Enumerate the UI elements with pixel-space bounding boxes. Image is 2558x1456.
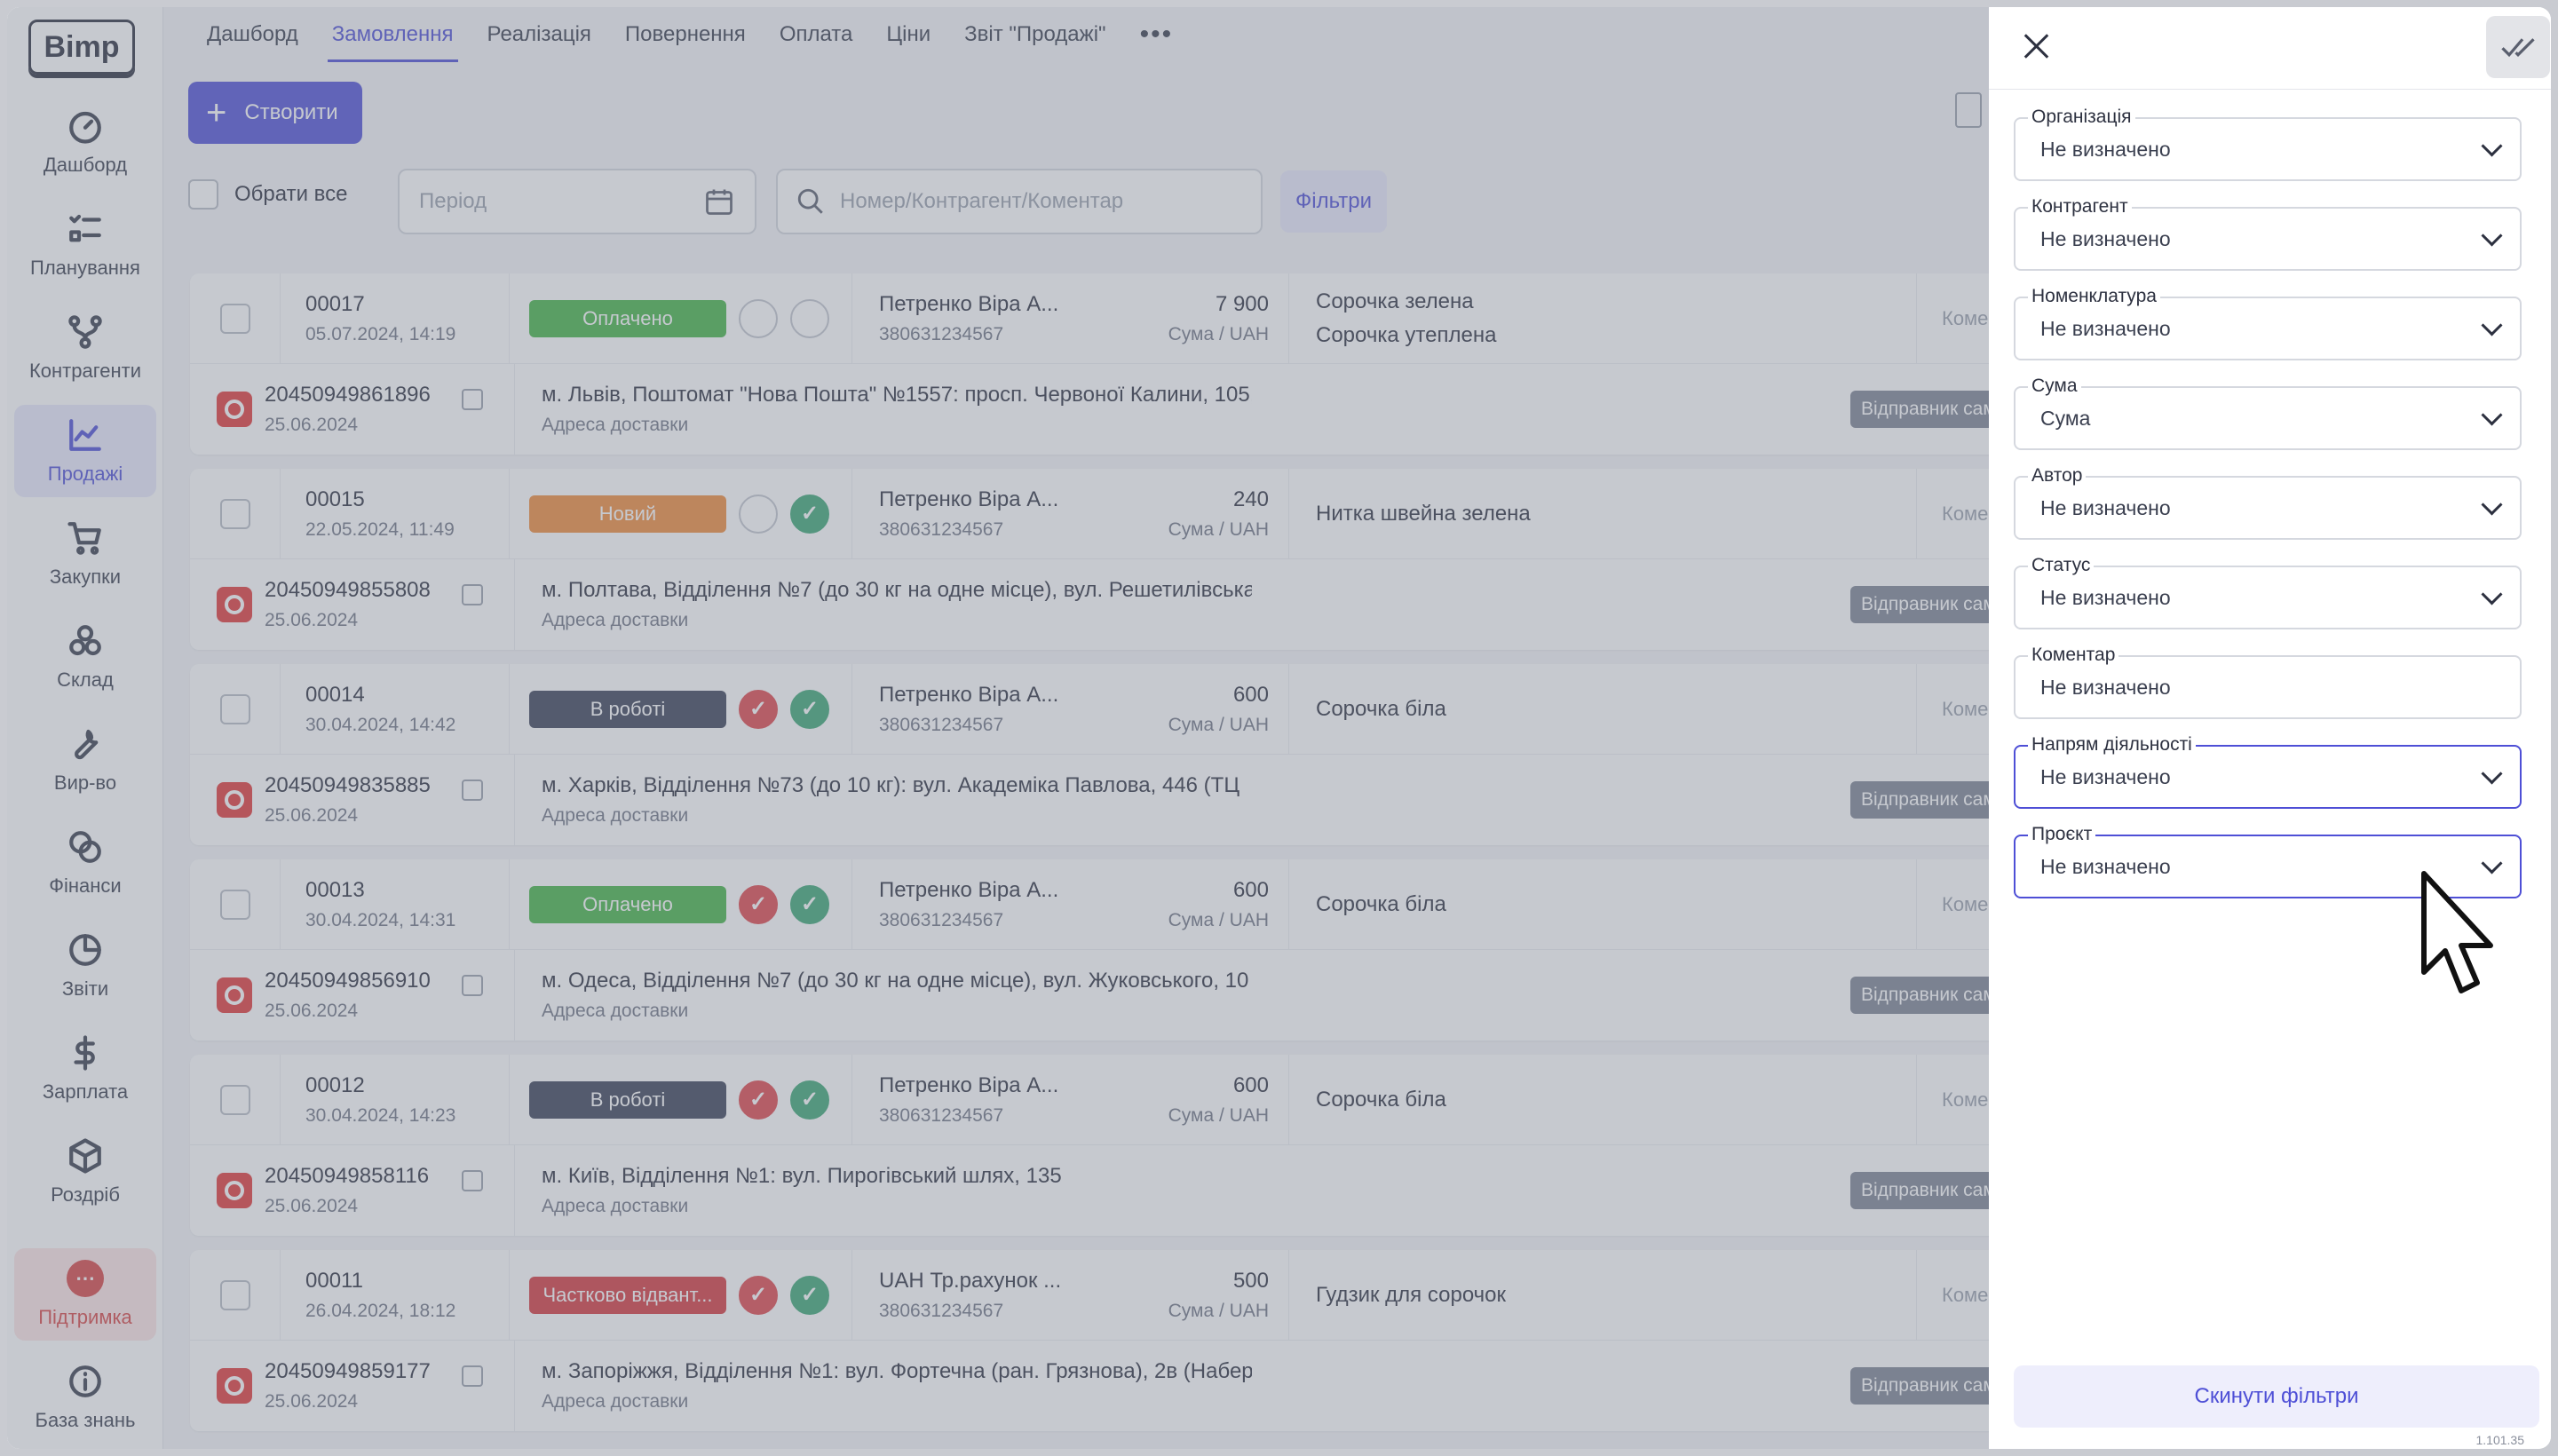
filters-panel: Організація Не визначено Контрагент Не визн… — [1989, 7, 2551, 1449]
double-check-icon — [2501, 38, 2535, 58]
field-value: Не визначено — [2040, 854, 2171, 878]
field-value: Не визначено — [2040, 316, 2171, 340]
apply-filters-button[interactable] — [2486, 16, 2550, 78]
chevron-down-icon[interactable] — [2483, 409, 2500, 427]
organization-select[interactable]: Організація Не визначено — [2014, 107, 2522, 181]
chevron-down-icon[interactable] — [2483, 320, 2500, 337]
field-value: Не визначено — [2040, 585, 2171, 609]
reset-filters-button[interactable]: Скинути фільтри — [2014, 1365, 2539, 1428]
chevron-down-icon[interactable] — [2483, 589, 2500, 606]
comment-input[interactable]: Коментар Не визначено — [2014, 645, 2522, 719]
modal-overlay[interactable] — [7, 7, 1989, 1449]
field-value: Не визначено — [2040, 137, 2171, 161]
app-version: 1.101.35 — [2475, 1433, 2525, 1447]
contractor-select[interactable]: Контрагент Не визначено — [2014, 196, 2522, 271]
field-value: Не визначено — [2040, 675, 2171, 699]
field-value: Сума — [2040, 406, 2091, 430]
activity-direction-select[interactable]: Напрям діяльності Не визначено — [2014, 734, 2522, 809]
nomenclature-select[interactable]: Номенклатура Не визначено — [2014, 286, 2522, 360]
panel-divider — [1989, 89, 2551, 90]
chevron-down-icon[interactable] — [2483, 230, 2500, 248]
app-window: Bimp Дашборд Планування Контрагенти Прод… — [7, 7, 2551, 1449]
chevron-down-icon[interactable] — [2483, 140, 2500, 158]
field-value: Не визначено — [2040, 226, 2171, 250]
chevron-down-icon[interactable] — [2483, 499, 2500, 517]
close-icon[interactable] — [2019, 28, 2055, 64]
field-value: Не визначено — [2040, 764, 2171, 788]
chevron-down-icon[interactable] — [2483, 768, 2500, 786]
sum-select[interactable]: Сума Сума — [2014, 376, 2522, 450]
author-select[interactable]: Автор Не визначено — [2014, 465, 2522, 540]
status-select[interactable]: Статус Не визначено — [2014, 555, 2522, 629]
mouse-cursor-icon — [2421, 871, 2493, 993]
field-value: Не визначено — [2040, 495, 2171, 519]
